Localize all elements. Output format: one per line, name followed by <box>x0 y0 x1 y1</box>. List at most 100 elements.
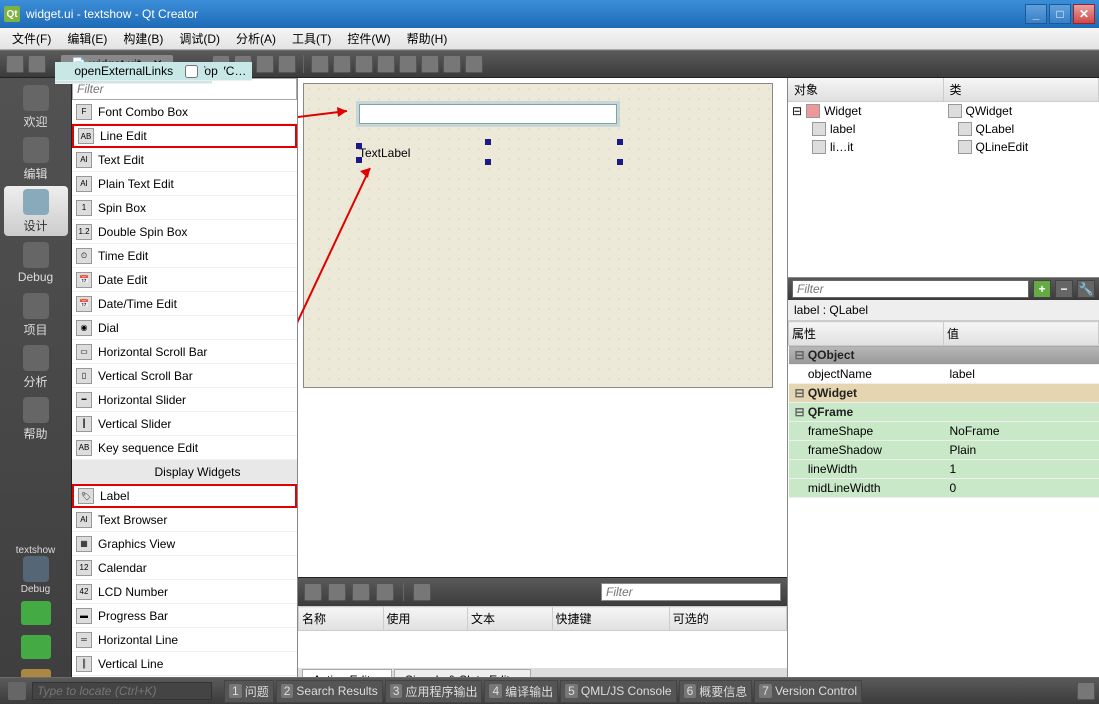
mode-分析[interactable]: 分析 <box>4 342 68 392</box>
action-delete[interactable] <box>376 583 394 601</box>
widget-spin-box[interactable]: 1Spin Box <box>72 196 297 220</box>
output-pane-3[interactable]: 3应用程序输出 <box>385 680 483 703</box>
mode-帮助[interactable]: 帮助 <box>4 394 68 444</box>
debug-button[interactable] <box>21 635 51 659</box>
output-pane-6[interactable]: 6概要信息 <box>679 680 753 703</box>
output-pane-1[interactable]: 1问题 <box>224 680 274 703</box>
tool-adjust-size[interactable] <box>465 55 483 73</box>
mode-项目[interactable]: 项目 <box>4 290 68 340</box>
line-edit-widget[interactable] <box>359 104 617 124</box>
widget-text-edit[interactable]: AIText Edit <box>72 148 297 172</box>
action-col[interactable]: 使用 <box>383 607 468 631</box>
property-config-button[interactable]: 🔧 <box>1077 280 1095 298</box>
close-button[interactable]: ✕ <box>1073 4 1095 24</box>
action-col[interactable]: 文本 <box>468 607 553 631</box>
menu-item[interactable]: 构建(B) <box>115 28 171 49</box>
menu-item[interactable]: 帮助(H) <box>399 28 456 49</box>
menu-item[interactable]: 工具(T) <box>284 28 339 49</box>
forward-button[interactable] <box>28 55 46 73</box>
project-selector[interactable]: textshowDebug <box>4 545 68 595</box>
prop-row[interactable]: ⊟ QObject <box>789 346 1099 365</box>
property-editor[interactable]: 属性 值 ⊟ QObject objectNamelabel⊟ QWidget⊟… <box>788 321 1099 697</box>
tool-break-layout[interactable] <box>443 55 461 73</box>
action-filter-input[interactable] <box>601 583 781 601</box>
widget-plain-text-edit[interactable]: AIPlain Text Edit <box>72 172 297 196</box>
back-button[interactable] <box>6 55 24 73</box>
object-row[interactable]: ⊟WidgetQWidget <box>788 102 1099 120</box>
tool-layout-form[interactable] <box>421 55 439 73</box>
object-row[interactable]: li…itQLineEdit <box>788 138 1099 156</box>
output-pane-5[interactable]: 5QML/JS Console <box>560 680 676 703</box>
output-pane-2[interactable]: 2Search Results <box>276 680 383 703</box>
widget-dial[interactable]: ◉Dial <box>72 316 297 340</box>
property-filter-input[interactable] <box>792 280 1029 298</box>
widget-display-widgets[interactable]: Display Widgets <box>72 460 297 484</box>
prop-row[interactable]: frameShadowPlain <box>789 441 1099 460</box>
action-paste[interactable] <box>352 583 370 601</box>
mode-编辑[interactable]: 编辑 <box>4 134 68 184</box>
mode-Debug[interactable]: Debug <box>4 238 68 288</box>
widget-double-spin-box[interactable]: 1.2Double Spin Box <box>72 220 297 244</box>
menu-item[interactable]: 编辑(E) <box>59 28 115 49</box>
label-widget[interactable]: TextLabel <box>359 146 677 160</box>
widget-lcd-number[interactable]: 42LCD Number <box>72 580 297 604</box>
widget-date-edit[interactable]: 📅Date Edit <box>72 268 297 292</box>
widget-line-edit[interactable]: ABLine Edit <box>72 124 297 148</box>
output-pane-7[interactable]: 7Version Control <box>754 680 862 703</box>
widget-vertical-scroll-bar[interactable]: ▯Vertical Scroll Bar <box>72 364 297 388</box>
prop-row[interactable]: midLineWidth0 <box>789 479 1099 498</box>
property-add-button[interactable]: + <box>1033 280 1051 298</box>
action-config[interactable] <box>413 583 431 601</box>
widget-time-edit[interactable]: ⏲Time Edit <box>72 244 297 268</box>
widget-vertical-line[interactable]: ║Vertical Line <box>72 652 297 676</box>
run-button[interactable] <box>21 601 51 625</box>
prop-row[interactable]: ⊟ QWidget <box>789 384 1099 403</box>
action-table[interactable]: 名称使用文本快捷键可选的 <box>298 606 787 668</box>
status-toggle[interactable] <box>1077 682 1095 700</box>
object-row[interactable]: labelQLabel <box>788 120 1099 138</box>
prop-col-value[interactable]: 值 <box>944 322 1099 346</box>
mode-欢迎[interactable]: 欢迎 <box>4 82 68 132</box>
action-new[interactable] <box>304 583 322 601</box>
menu-item[interactable]: 分析(A) <box>228 28 284 49</box>
widget-key-sequence-edit[interactable]: ABKey sequence Edit <box>72 436 297 460</box>
prop-row[interactable]: lineWidth1 <box>789 460 1099 479</box>
maximize-button[interactable]: □ <box>1049 4 1071 24</box>
form-canvas[interactable]: TextLabel <box>298 78 787 577</box>
widget-font-combo-box[interactable]: FFont Combo Box <box>72 100 297 124</box>
property-remove-button[interactable]: − <box>1055 280 1073 298</box>
action-col[interactable]: 可选的 <box>669 607 786 631</box>
menu-item[interactable]: 控件(W) <box>339 28 398 49</box>
output-pane-4[interactable]: 4编译输出 <box>484 680 558 703</box>
widget-horizontal-line[interactable]: ═Horizontal Line <box>72 628 297 652</box>
widget-vertical-slider[interactable]: ┃Vertical Slider <box>72 412 297 436</box>
widget-date/time-edit[interactable]: 📅Date/Time Edit <box>72 292 297 316</box>
widget-horizontal-scroll-bar[interactable]: ▭Horizontal Scroll Bar <box>72 340 297 364</box>
widget-label[interactable]: 🏷Label <box>72 484 297 508</box>
objtree-col-object[interactable]: 对象 <box>788 78 944 101</box>
objtree-col-class[interactable]: 类 <box>944 78 1099 101</box>
widget-horizontal-slider[interactable]: ━Horizontal Slider <box>72 388 297 412</box>
prop-row[interactable]: objectNamelabel <box>789 365 1099 384</box>
prop-col-name[interactable]: 属性 <box>789 322 944 346</box>
mode-设计[interactable]: 设计 <box>4 186 68 236</box>
prop-row[interactable]: ⊟ QFrame <box>789 403 1099 422</box>
widget-text-browser[interactable]: AIText Browser <box>72 508 297 532</box>
locator-input[interactable] <box>32 682 212 700</box>
widget-calendar[interactable]: 12Calendar <box>72 556 297 580</box>
menu-item[interactable]: 文件(F) <box>4 28 59 49</box>
action-col[interactable]: 名称 <box>299 607 384 631</box>
prop-row[interactable]: frameShapeNoFrame <box>789 422 1099 441</box>
action-col[interactable]: 快捷键 <box>552 607 669 631</box>
object-inspector[interactable]: 对象 类 ⊟WidgetQWidgetlabelQLabelli…itQLine… <box>788 78 1099 278</box>
form-widget[interactable]: TextLabel <box>303 83 773 388</box>
tool-layout-grid[interactable] <box>399 55 417 73</box>
locator-icon[interactable] <box>8 682 26 700</box>
tool-layout-vs[interactable] <box>377 55 395 73</box>
widget-progress-bar[interactable]: ▬Progress Bar <box>72 604 297 628</box>
action-copy[interactable] <box>328 583 346 601</box>
menu-item[interactable]: 调试(D) <box>171 28 228 49</box>
minimize-button[interactable]: _ <box>1025 4 1047 24</box>
widget-list[interactable]: FFont Combo BoxABLine EditAIText EditAIP… <box>72 100 297 697</box>
widget-graphics-view[interactable]: ▦Graphics View <box>72 532 297 556</box>
